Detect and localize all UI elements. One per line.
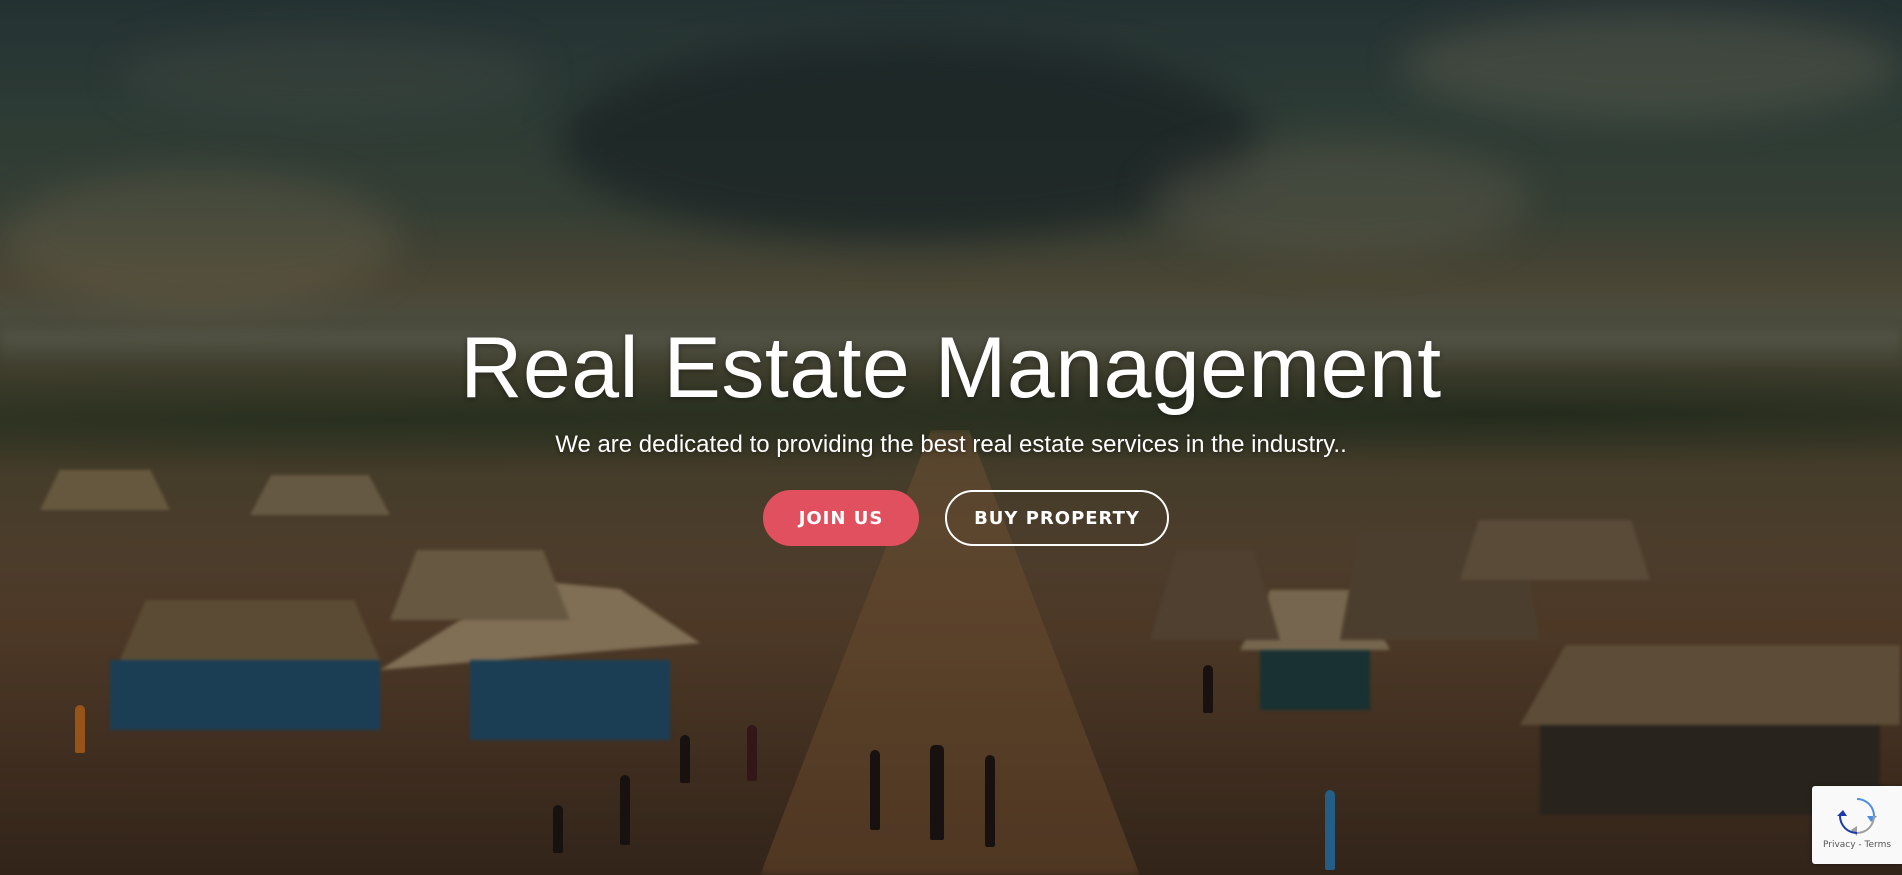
- buy-property-button[interactable]: BUY PROPERTY: [945, 490, 1169, 546]
- recaptcha-badge[interactable]: Privacy - Terms: [1812, 786, 1902, 864]
- recaptcha-icon: [1837, 798, 1877, 836]
- join-us-button[interactable]: JOIN US: [763, 490, 919, 546]
- hero-title: Real Estate Management: [460, 320, 1442, 416]
- hero-actions: JOIN US BUY PROPERTY: [0, 490, 1902, 546]
- hero-section: Real Estate Management We are dedicated …: [0, 0, 1902, 875]
- recaptcha-links[interactable]: Privacy - Terms: [1812, 840, 1902, 850]
- hero-subtitle: We are dedicated to providing the best r…: [555, 431, 1347, 458]
- hero-content: Real Estate Management We are dedicated …: [0, 318, 1902, 546]
